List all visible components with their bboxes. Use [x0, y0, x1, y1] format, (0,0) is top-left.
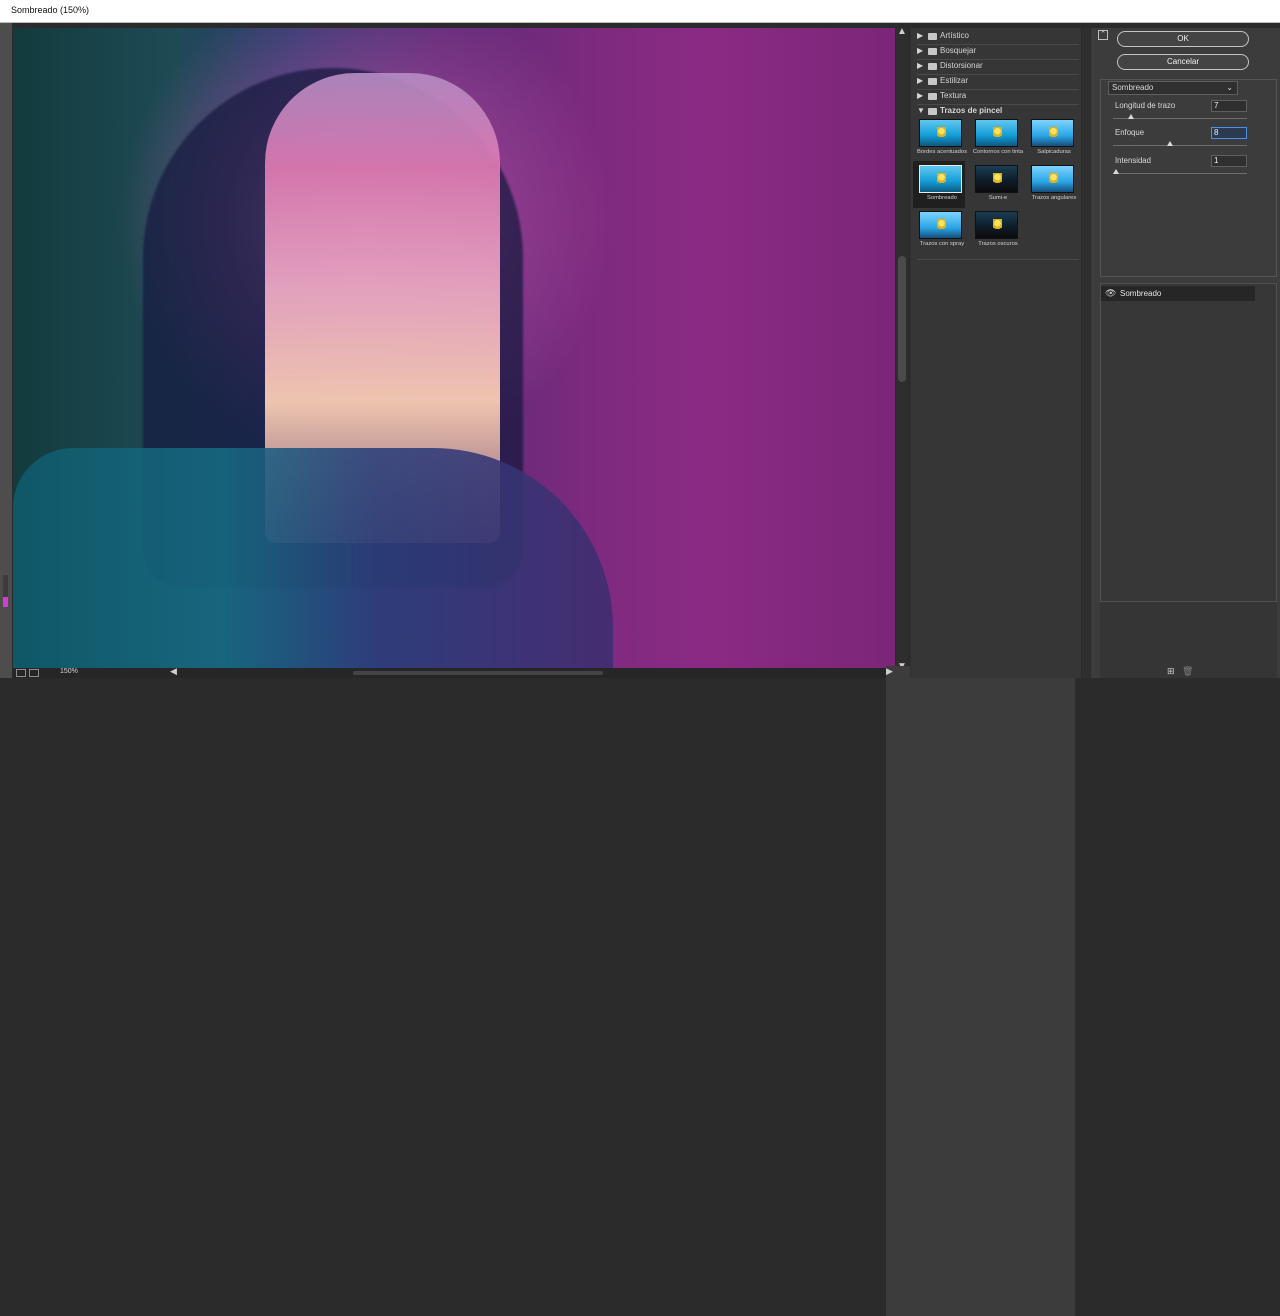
thumbnail-label: Contornos con tinta	[972, 149, 1024, 155]
filter-thumb-bordes-acentuados[interactable]: Bordes acentuados	[913, 115, 967, 162]
thumbnail-image	[919, 165, 962, 193]
folder-icon	[928, 33, 937, 40]
category-label: Textura	[940, 91, 967, 100]
effect-layer-row[interactable]: 👁 Sombreado	[1101, 286, 1255, 301]
category-textura[interactable]: ▶ Textura	[917, 90, 1077, 104]
filter-select[interactable]: Sombreado ⌄	[1108, 81, 1238, 95]
filter-thumb-trazos-oscuros[interactable]: Trazos oscuros	[969, 207, 1021, 254]
new-layer-icon[interactable]: ⊞	[1167, 666, 1175, 677]
param-value[interactable]: 8	[1211, 127, 1247, 139]
title-bar: Sombreado (150%)	[0, 0, 1280, 23]
preview-bottom-bar: 150% ◀ ▶	[13, 666, 1075, 1316]
thumbnail-label: Bordes acentuados	[917, 149, 967, 155]
thumbnail-image	[919, 119, 962, 147]
param-label: Longitud de trazo	[1115, 101, 1176, 110]
horizontal-scroll-thumb[interactable]	[353, 671, 603, 675]
category-bosquejar[interactable]: ▶ Bosquejar	[917, 45, 1077, 59]
zoom-out-button[interactable]	[16, 669, 26, 677]
slider-track[interactable]	[1113, 173, 1247, 174]
filter-thumb-sombreado[interactable]: Sombreado	[913, 161, 965, 208]
effect-layer-toolbar: ⊞ 🗑	[1100, 602, 1277, 678]
slider-knob[interactable]	[1128, 114, 1135, 119]
chevron-right-icon: ▶	[917, 91, 924, 100]
filter-gallery: ▶ Artístico ▶ Bosquejar ▶ Distorsionar ▶…	[910, 28, 1081, 678]
folder-icon	[928, 63, 937, 70]
window-title: Sombreado (150%)	[11, 5, 90, 15]
param-value[interactable]: 1	[1211, 155, 1247, 167]
thumbnail-image	[1031, 165, 1074, 193]
category-artistico[interactable]: ▶ Artístico	[917, 30, 1077, 44]
ok-button[interactable]: OK	[1117, 31, 1249, 47]
thumbnail-label: Trazos oscuros	[978, 241, 1018, 247]
filter-thumb-trazos-angulares[interactable]: Trazos angulares	[1025, 161, 1077, 208]
zoom-in-button[interactable]	[29, 669, 39, 677]
scroll-left-icon[interactable]: ◀	[170, 666, 177, 677]
category-label: Bosquejar	[940, 46, 977, 55]
left-edge-strip	[0, 23, 12, 678]
filter-thumb-salpicaduras[interactable]: Salpicaduras	[1025, 115, 1077, 162]
scroll-right-icon[interactable]: ▶	[886, 666, 1075, 1316]
param-label: Intensidad	[1115, 156, 1151, 165]
folder-icon	[928, 93, 937, 100]
preview-vertical-scrollbar[interactable]: ▲ ▼	[896, 26, 908, 672]
filter-select-value: Sombreado	[1112, 83, 1154, 92]
scroll-thumb[interactable]	[898, 256, 906, 382]
category-distorsionar[interactable]: ▶ Distorsionar	[917, 60, 1077, 74]
category-label: Distorsionar	[940, 61, 983, 70]
trash-icon[interactable]: 🗑	[1182, 666, 1193, 677]
cancel-button[interactable]: Cancelar	[1117, 54, 1249, 70]
category-estilizar[interactable]: ▶ Estilizar	[917, 75, 1077, 89]
filter-thumb-contornos-con-tinta[interactable]: Contornos con tinta	[969, 115, 1023, 162]
category-label: Estilizar	[940, 76, 969, 85]
thumbnail-image	[1031, 119, 1074, 147]
eye-icon[interactable]: 👁	[1105, 288, 1116, 299]
param-intensidad: Intensidad 1	[1113, 155, 1247, 184]
left-edge-pink-mark	[3, 597, 8, 607]
chevron-right-icon: ▶	[917, 46, 924, 55]
chevron-right-icon: ▶	[917, 61, 924, 70]
thumbnail-label: Sumi-e	[988, 195, 1008, 201]
zoom-level[interactable]: 150%	[60, 668, 89, 677]
image-preview[interactable]	[13, 28, 895, 670]
scroll-up-icon[interactable]: ▲	[897, 26, 907, 37]
filter-thumb-sumi-e[interactable]: Sumi-e	[969, 161, 1021, 208]
param-longitud-de-trazo: Longitud de trazo 7	[1113, 100, 1247, 129]
gallery-scrollbar[interactable]	[1082, 28, 1090, 678]
divider	[917, 259, 1079, 260]
chevron-down-icon: ▼	[917, 106, 925, 115]
thumbnail-image	[975, 165, 1018, 193]
folder-icon	[928, 108, 937, 115]
folder-icon	[928, 48, 937, 55]
collapse-icon[interactable]: ⌃	[1098, 30, 1108, 40]
thumbnail-label: Sombreado	[927, 195, 957, 201]
thumbnail-image	[975, 211, 1018, 239]
thumbnail-label: Trazos con spray	[919, 241, 965, 247]
param-value[interactable]: 7	[1211, 100, 1247, 112]
settings-panel: ⌃ OK Cancelar Sombreado ⌄ Longitud de tr…	[1091, 28, 1280, 678]
slider-knob[interactable]	[1113, 169, 1119, 174]
effect-layers-panel: 👁 Sombreado	[1100, 283, 1277, 602]
slider-knob[interactable]	[1166, 141, 1173, 146]
param-label: Enfoque	[1115, 128, 1145, 137]
folder-icon	[928, 78, 937, 85]
filter-thumb-trazos-con-spray[interactable]: Trazos con spray	[913, 207, 965, 254]
effect-layer-name: Sombreado	[1120, 289, 1162, 298]
thumbnail-image	[975, 119, 1018, 147]
thumbnail-image	[919, 211, 962, 239]
thumbnail-label: Trazos angulares	[1031, 195, 1077, 201]
shoulder-shape	[13, 448, 613, 670]
chevron-right-icon: ▶	[917, 31, 924, 40]
param-enfoque: Enfoque 8	[1113, 127, 1247, 156]
thumbnail-label: Salpicaduras	[1037, 149, 1071, 155]
chevron-right-icon: ▶	[917, 76, 924, 85]
chevron-down-icon: ⌄	[1226, 83, 1233, 92]
slider-track[interactable]	[1113, 145, 1247, 146]
category-label: Artístico	[940, 31, 969, 40]
category-label: Trazos de pincel	[940, 106, 1003, 115]
